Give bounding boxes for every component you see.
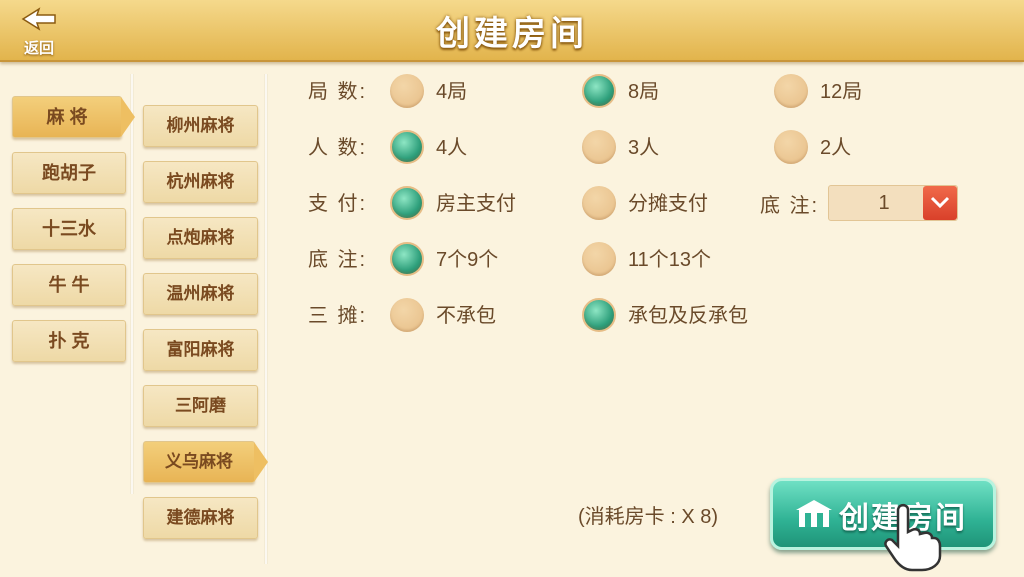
choice-label: 不承包 <box>436 305 496 327</box>
choice-label: 2人 <box>820 137 852 159</box>
base-bet-select[interactable]: 1 <box>828 185 958 221</box>
option-label: 局 数: <box>308 81 368 103</box>
option-label: 底 注: <box>308 249 368 271</box>
choice-label: 分摊支付 <box>628 193 708 215</box>
room-card-cost: (消耗房卡 : X 8) <box>578 506 719 528</box>
category-tab[interactable]: 扑 克 <box>12 320 126 362</box>
pointing-hand-icon <box>882 502 942 577</box>
option-row: 三 摊: 不承包 承包及反承包 <box>308 298 1008 334</box>
option-label: 三 摊: <box>308 305 368 327</box>
game-tab[interactable]: 富阳麻将 <box>143 329 258 371</box>
top-bar: 返回 创建房间 <box>0 0 1024 62</box>
category-tab[interactable]: 十三水 <box>12 208 126 250</box>
chevron-down-icon[interactable] <box>923 186 957 220</box>
building-icon <box>795 499 833 534</box>
option-label: 人 数: <box>308 137 368 159</box>
choice-label: 7个9个 <box>436 249 499 271</box>
radio-button[interactable] <box>774 130 808 164</box>
page-title: 创建房间 <box>436 14 588 54</box>
base-bet-label: 底 注: <box>760 195 820 217</box>
game-tab[interactable]: 杭州麻将 <box>143 161 258 203</box>
game-tab[interactable]: 温州麻将 <box>143 273 258 315</box>
radio-button[interactable] <box>582 130 616 164</box>
choice-label: 8局 <box>628 81 660 103</box>
option-row: 人 数: 4人 3人 2人 <box>308 130 1008 166</box>
radio-button[interactable] <box>390 242 424 276</box>
divider-right <box>264 74 268 564</box>
choice-label: 11个13个 <box>628 249 712 271</box>
radio-button[interactable] <box>774 74 808 108</box>
category-tab[interactable]: 牛 牛 <box>12 264 126 306</box>
choice-label: 12局 <box>820 81 863 103</box>
choice-label: 承包及反承包 <box>628 305 748 327</box>
radio-button[interactable] <box>390 74 424 108</box>
option-row: 底 注: 7个9个 11个13个 <box>308 242 1008 278</box>
category-tab[interactable]: 跑胡子 <box>12 152 126 194</box>
radio-button[interactable] <box>582 298 616 332</box>
game-tab[interactable]: 柳州麻将 <box>143 105 258 147</box>
game-tab[interactable]: 三阿磨 <box>143 385 258 427</box>
divider-left <box>130 74 134 494</box>
choice-label: 3人 <box>628 137 660 159</box>
category-tab[interactable]: 麻 将 <box>12 96 135 138</box>
option-row: 局 数: 4局 8局 12局 <box>308 74 1008 110</box>
radio-button[interactable] <box>390 130 424 164</box>
radio-button[interactable] <box>390 298 424 332</box>
game-tab[interactable]: 建德麻将 <box>143 497 258 539</box>
game-tab[interactable]: 义乌麻将 <box>143 441 268 483</box>
radio-button[interactable] <box>390 186 424 220</box>
radio-button[interactable] <box>582 74 616 108</box>
choice-label: 4人 <box>436 137 468 159</box>
radio-button[interactable] <box>582 242 616 276</box>
option-label: 支 付: <box>308 193 368 215</box>
game-tab[interactable]: 点炮麻将 <box>143 217 258 259</box>
radio-button[interactable] <box>582 186 616 220</box>
choice-label: 房主支付 <box>436 193 516 215</box>
choice-label: 4局 <box>436 81 468 103</box>
